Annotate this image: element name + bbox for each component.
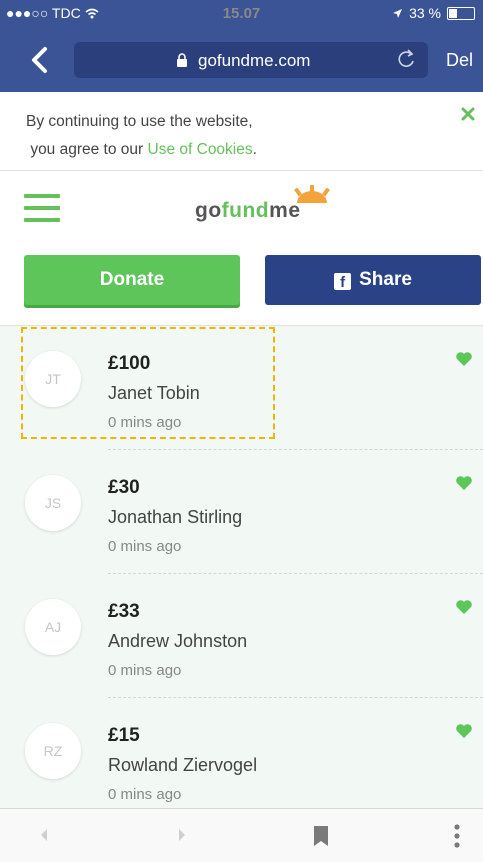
forward-nav-icon[interactable] xyxy=(176,825,188,845)
reload-icon[interactable] xyxy=(396,48,416,70)
lock-icon xyxy=(177,53,187,67)
back-button[interactable] xyxy=(30,46,54,74)
location-arrow-icon xyxy=(393,8,403,18)
browser-bottom-bar xyxy=(0,808,483,862)
share-label: Share xyxy=(359,269,412,290)
donation-time: 0 mins ago xyxy=(108,538,182,555)
share-button[interactable]: f Share xyxy=(265,255,481,305)
back-nav-icon[interactable] xyxy=(38,825,50,845)
battery-status: 33 % xyxy=(392,5,475,21)
donation-item[interactable]: RZ £15 Rowland Ziervogel 0 mins ago xyxy=(0,698,483,809)
donor-name: Janet Tobin xyxy=(108,383,200,403)
close-icon xyxy=(461,107,475,121)
logo-wordmark: gofundme xyxy=(195,199,301,222)
donation-amount: £100 xyxy=(108,353,151,374)
use-of-cookies-link[interactable]: Use of Cookies xyxy=(148,141,253,158)
more-options-icon[interactable] xyxy=(453,823,461,849)
donation-time: 0 mins ago xyxy=(108,786,182,803)
donation-amount: £15 xyxy=(108,725,140,746)
donor-avatar: AJ xyxy=(25,599,81,655)
donation-item[interactable]: JS £30 Jonathan Stirling 0 mins ago xyxy=(0,450,483,574)
facebook-icon: f xyxy=(334,273,352,291)
donor-name: Rowland Ziervogel xyxy=(108,755,258,775)
donation-amount: £33 xyxy=(108,601,140,622)
hamburger-icon xyxy=(24,194,60,198)
browser-toolbar: gofundme.com Del xyxy=(0,28,483,92)
heart-icon xyxy=(456,352,472,366)
address-url: gofundme.com xyxy=(198,51,311,70)
address-bar[interactable]: gofundme.com xyxy=(74,42,428,78)
battery-percent: 33 % xyxy=(409,5,441,21)
donations-list: JT £100 Janet Tobin 0 mins ago JS £30 Jo… xyxy=(0,325,483,809)
donor-avatar: RZ xyxy=(25,723,81,779)
bookmark-icon[interactable] xyxy=(313,825,329,847)
site-header: gofundme xyxy=(0,171,483,244)
donor-name: Andrew Johnston xyxy=(108,631,248,651)
cookie-message: By continuing to use the website, you ag… xyxy=(26,113,257,158)
heart-icon xyxy=(456,724,472,738)
donor-avatar: JT xyxy=(25,351,81,407)
heart-icon xyxy=(456,600,472,614)
donation-amount: £30 xyxy=(108,477,140,498)
action-bar: Donate f Share xyxy=(0,243,483,325)
cookie-notice: By continuing to use the website, you ag… xyxy=(0,92,483,171)
chevron-left-icon xyxy=(32,47,47,73)
heart-icon xyxy=(456,476,472,490)
donation-item[interactable]: AJ £33 Andrew Johnston 0 mins ago xyxy=(0,574,483,698)
donation-item[interactable]: JT £100 Janet Tobin 0 mins ago xyxy=(0,326,483,450)
donate-button[interactable]: Donate xyxy=(24,255,240,305)
donor-avatar: JS xyxy=(25,475,81,531)
donation-time: 0 mins ago xyxy=(108,414,182,431)
status-bar: ●●●○○ TDC 15.07 33 % xyxy=(0,0,483,28)
del-button[interactable]: Del xyxy=(446,50,473,71)
close-cookie-button[interactable] xyxy=(461,104,475,127)
gofundme-logo[interactable]: gofundme xyxy=(195,185,335,229)
menu-button[interactable] xyxy=(24,194,60,222)
battery-icon xyxy=(447,6,475,20)
donor-name: Jonathan Stirling xyxy=(108,507,243,527)
donation-time: 0 mins ago xyxy=(108,662,182,679)
